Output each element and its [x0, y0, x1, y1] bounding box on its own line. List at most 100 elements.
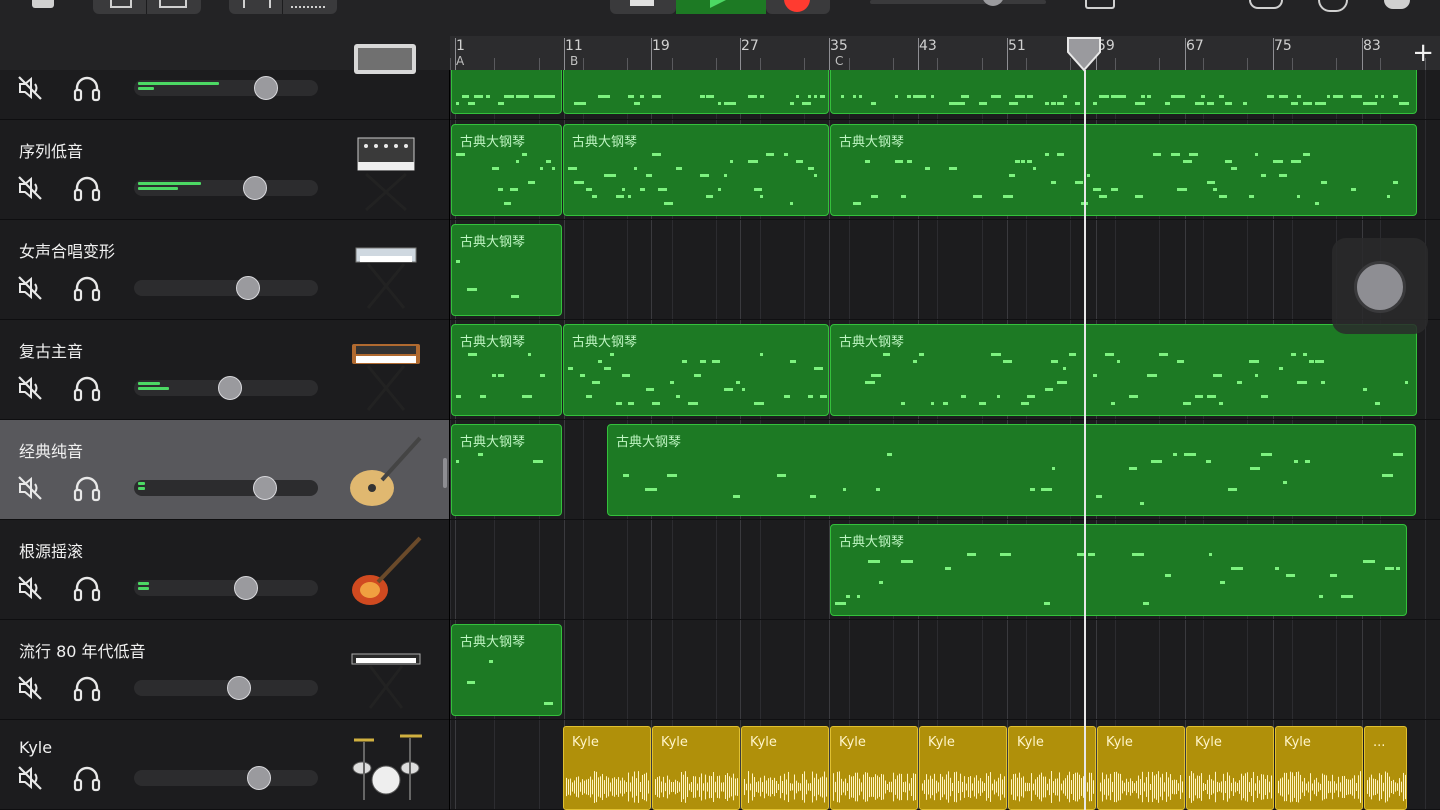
volume-knob[interactable] [236, 276, 261, 300]
track-header[interactable]: 根源摇滚 [0, 520, 450, 620]
track-header[interactable]: 经典纯音 [0, 420, 450, 520]
midi-region-title: 古典大钢琴 [460, 135, 526, 150]
track-header[interactable] [0, 44, 450, 120]
midi-region[interactable] [830, 70, 1417, 114]
headphones-solo-icon[interactable] [72, 473, 102, 503]
audio-region[interactable]: Kyle [652, 726, 740, 810]
track-header[interactable]: 女声合唱变形 [0, 220, 450, 320]
master-volume-knob[interactable] [982, 0, 1004, 6]
keyboard-icon[interactable] [159, 0, 187, 8]
play-button[interactable] [676, 0, 766, 14]
ruler-bar-number: 35 [830, 38, 848, 54]
track-view-icon[interactable] [110, 0, 132, 8]
volume-knob[interactable] [226, 676, 251, 700]
mute-icon[interactable] [16, 764, 44, 792]
audio-region-title: Kyle [661, 735, 688, 750]
volume-knob[interactable] [247, 766, 272, 790]
record-button[interactable] [766, 0, 830, 14]
audio-region[interactable]: Kyle [830, 726, 918, 810]
volume-slider[interactable] [134, 280, 318, 296]
midi-region[interactable]: 古典大钢琴 [563, 124, 829, 216]
volume-knob[interactable] [234, 576, 259, 600]
audio-region[interactable]: Kyle [1097, 726, 1185, 810]
volume-slider[interactable] [134, 480, 318, 496]
ruler-bar-number: 19 [652, 38, 670, 54]
midi-region[interactable]: 古典大钢琴 [563, 324, 829, 416]
mute-icon[interactable] [16, 474, 44, 502]
volume-knob[interactable] [217, 376, 242, 400]
audio-region[interactable]: Kyle [919, 726, 1007, 810]
track-header[interactable]: 流行 80 年代低音 [0, 620, 450, 720]
audio-region[interactable]: Kyle [1275, 726, 1363, 810]
meter-bar [138, 387, 169, 390]
headphones-solo-icon[interactable] [72, 673, 102, 703]
audio-region[interactable]: Kyle [563, 726, 651, 810]
loop-browser-icon[interactable] [291, 0, 325, 8]
volume-slider[interactable] [134, 770, 318, 786]
midi-region[interactable]: 古典大钢琴 [451, 324, 562, 416]
header-resize-handle[interactable] [443, 458, 447, 488]
floating-knob[interactable] [1354, 261, 1406, 313]
midi-region[interactable]: 古典大钢琴 [451, 124, 562, 216]
volume-knob[interactable] [254, 76, 279, 100]
stop-button[interactable] [610, 0, 676, 14]
volume-knob[interactable] [243, 176, 268, 200]
track-header[interactable]: 复古主音 [0, 320, 450, 420]
track-name: 女声合唱变形 [19, 242, 116, 261]
headphones-solo-icon[interactable] [72, 763, 102, 793]
mute-icon[interactable] [16, 574, 44, 602]
ruler-bar-number: 27 [741, 38, 759, 54]
help-icon[interactable] [1384, 0, 1410, 9]
headphones-solo-icon[interactable] [72, 73, 102, 103]
master-volume-slider[interactable] [870, 0, 1046, 6]
midi-region[interactable]: 古典大钢琴 [451, 424, 562, 516]
mute-icon[interactable] [16, 74, 44, 102]
headphones-solo-icon[interactable] [72, 273, 102, 303]
mute-icon[interactable] [16, 374, 44, 402]
track-header[interactable]: 序列低音 [0, 120, 450, 220]
ruler-minor-tick [804, 58, 806, 70]
ruler-bar-number: 11 [565, 38, 583, 54]
meter-bar [138, 582, 149, 585]
audio-region[interactable]: Kyle [1008, 726, 1096, 810]
ruler-minor-tick [494, 58, 496, 70]
midi-region[interactable] [563, 70, 829, 114]
mute-icon[interactable] [16, 674, 44, 702]
keyboard-stand-icon [344, 230, 428, 314]
audio-region[interactable]: Kyle [741, 726, 829, 810]
midi-region[interactable]: 古典大钢琴 [451, 624, 562, 716]
track-header[interactable]: Kyle [0, 720, 450, 810]
headphones-solo-icon[interactable] [72, 173, 102, 203]
settings-gear-icon[interactable] [1318, 0, 1348, 12]
browser-icon[interactable] [32, 0, 54, 8]
headphones-solo-icon[interactable] [72, 373, 102, 403]
ruler-bar-number: 83 [1363, 38, 1381, 54]
audio-region-title: Kyle [1106, 735, 1133, 750]
track-name: 根源摇滚 [19, 542, 84, 561]
volume-slider[interactable] [134, 580, 318, 596]
mixer-group[interactable] [229, 0, 337, 14]
add-section-button[interactable]: + [1412, 40, 1434, 66]
mixer-icon[interactable] [243, 0, 271, 8]
metronome-icon[interactable] [1085, 0, 1115, 9]
level-meter [138, 382, 169, 390]
ruler-minor-tick [893, 58, 894, 70]
arrangement-area[interactable]: 古典大钢琴 古典大钢琴 古典大钢琴 古典大钢琴 古典大钢琴 古典大钢琴 古典大钢琴 古典大钢琴… [450, 70, 1440, 810]
mute-icon[interactable] [16, 274, 44, 302]
midi-region[interactable]: 古典大钢琴 [451, 224, 562, 316]
midi-region[interactable]: 古典大钢琴 [830, 324, 1417, 416]
audio-region[interactable]: ... [1364, 726, 1407, 810]
tempo-icon[interactable] [1249, 0, 1283, 9]
playhead-handle[interactable] [1066, 36, 1102, 72]
audio-region[interactable]: Kyle [1186, 726, 1274, 810]
volume-knob[interactable] [252, 476, 277, 500]
mute-icon[interactable] [16, 174, 44, 202]
midi-region[interactable]: 古典大钢琴 [607, 424, 1416, 516]
midi-region[interactable] [451, 70, 562, 114]
timeline-ruler[interactable]: 1 11 19 27 35 43 51 59 67 75 83 A B C [450, 36, 1440, 70]
view-toggle-group[interactable] [93, 0, 201, 14]
ruler-minor-tick [1025, 58, 1027, 70]
midi-region[interactable]: 古典大钢琴 [830, 124, 1417, 216]
headphones-solo-icon[interactable] [72, 573, 102, 603]
midi-region[interactable]: 古典大钢琴 [830, 524, 1407, 616]
